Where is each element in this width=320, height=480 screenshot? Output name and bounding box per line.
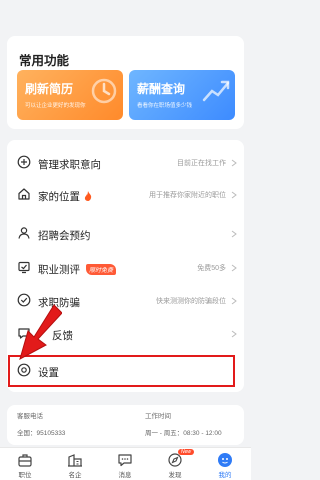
tab-label: 职位 <box>18 472 32 479</box>
menu-item-label: 家的位置 <box>38 191 80 203</box>
briefcase-icon <box>18 454 32 467</box>
tile-subtitle: 看看你在职场值多少钱 <box>137 103 193 109</box>
tab-companies[interactable]: 名企 <box>50 448 100 480</box>
menu-item-label: 职业测评 <box>38 264 80 276</box>
menu-item-career-assessment[interactable]: 职业测评 限时免费 免费50多 <box>7 253 244 283</box>
message-icon <box>118 454 132 467</box>
tab-profile[interactable]: 我的 <box>200 448 250 480</box>
tab-messages[interactable]: 消息 <box>100 448 150 480</box>
menu-item-hint: 免费50多 <box>197 265 226 272</box>
bottom-tab-bar: 职位 名企 消息 New 发现 我的 <box>0 447 251 480</box>
phone-label: 客服电话 <box>17 413 43 420</box>
fire-icon <box>84 191 92 201</box>
chevron-right-icon <box>231 159 237 167</box>
chevron-right-icon <box>231 191 237 199</box>
menu-item-label-wrap: 家的位置 <box>38 189 92 204</box>
tab-label: 发现 <box>168 472 182 479</box>
plus-circle-icon <box>17 155 31 169</box>
red-pointer-arrow-icon <box>19 304 62 361</box>
new-badge: New <box>178 449 195 455</box>
menu-item-label-wrap: 职业测评 限时免费 <box>38 262 117 277</box>
profile-icon <box>218 453 232 467</box>
menu-item-hint: 用于推荐你家附近的职位 <box>149 192 226 199</box>
limited-free-tag: 限时免费 <box>86 264 117 275</box>
section-title: 常用功能 <box>19 54 70 68</box>
work-time-label: 工作时间 <box>145 413 171 420</box>
company-icon <box>68 454 82 467</box>
work-time-value: 周一 - 周五：08:30 - 12:00 <box>145 430 222 437</box>
menu-item-hint: 目前正在找工作 <box>177 160 226 167</box>
tile-title: 薪酬查询 <box>137 82 186 96</box>
menu-item-job-intention[interactable]: 管理求职意向 目前正在找工作 <box>7 148 244 178</box>
tab-jobs[interactable]: 职位 <box>0 448 50 480</box>
chevron-right-icon <box>231 230 237 238</box>
tile-subtitle: 可以让企业更好的发现你 <box>25 103 86 109</box>
tab-discover[interactable]: New 发现 <box>150 448 200 480</box>
tab-label: 我的 <box>218 472 232 479</box>
refresh-resume-tile[interactable]: 刷新简历 可以让企业更好的发现你 <box>17 70 123 120</box>
trend-chart-icon <box>202 80 230 102</box>
common-functions-card: 常用功能 刷新简历 可以让企业更好的发现你 薪酬查询 看看你在职场值多少钱 <box>7 36 244 129</box>
assessment-icon <box>18 261 30 274</box>
home-icon <box>18 188 30 200</box>
tile-title: 刷新简历 <box>25 82 74 96</box>
tab-label: 消息 <box>118 472 132 479</box>
chevron-right-icon <box>231 297 237 305</box>
person-icon <box>18 227 30 239</box>
phone-number[interactable]: 全国：95105333 <box>17 427 65 437</box>
salary-query-tile[interactable]: 薪酬查询 看看你在职场值多少钱 <box>129 70 235 120</box>
menu-item-hint: 快来测测你的防骗段位 <box>156 298 226 305</box>
menu-item-label: 管理求职意向 <box>38 159 101 171</box>
menu-item-label: 招聘会预约 <box>38 230 91 242</box>
menu-item-home-location[interactable]: 家的位置 用于推荐你家附近的职位 <box>7 180 244 210</box>
chevron-right-icon <box>231 330 237 338</box>
menu-item-job-fair[interactable]: 招聘会预约 <box>7 219 244 249</box>
tab-label: 名企 <box>68 472 82 479</box>
refresh-icon <box>91 78 117 104</box>
chevron-right-icon <box>231 264 237 272</box>
customer-service-card: 客服电话 全国：95105333 工作时间 周一 - 周五：08:30 - 12… <box>7 405 244 445</box>
